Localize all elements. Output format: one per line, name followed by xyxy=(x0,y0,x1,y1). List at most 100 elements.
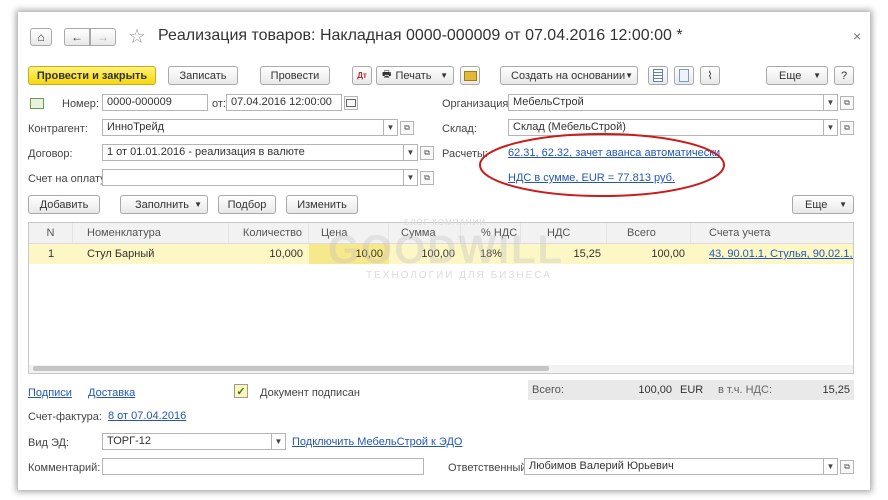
ed-type-dropdown[interactable]: ▼ xyxy=(272,433,286,450)
table-more-button[interactable]: Еще ▼ xyxy=(792,195,854,214)
open-icon: ⧉ xyxy=(404,123,410,132)
chevron-down-icon: ▼ xyxy=(386,123,395,132)
invoice-open-button[interactable]: ⧉ xyxy=(420,171,434,185)
column-header[interactable]: Номенклатура xyxy=(73,223,229,243)
create-based-label: Создать на основании xyxy=(511,69,626,82)
scrollbar-thumb[interactable] xyxy=(33,366,549,371)
chevron-down-icon: ▼ xyxy=(440,71,448,80)
counterparty-dropdown[interactable]: ▼ xyxy=(384,119,398,136)
help-button[interactable]: ? xyxy=(834,66,854,85)
add-button[interactable]: Добавить xyxy=(28,195,100,214)
ed-type-label: Вид ЭД: xyxy=(28,437,70,449)
report-icon xyxy=(653,69,663,82)
post-button[interactable]: Провести xyxy=(260,66,330,85)
signed-checkbox[interactable]: ✓ xyxy=(234,384,248,398)
debit-credit-icon: Дт xyxy=(357,71,367,80)
warehouse-open-button[interactable]: ⧉ xyxy=(840,121,854,135)
counterparty-label: Контрагент: xyxy=(28,123,88,135)
chevron-down-icon: ▼ xyxy=(839,200,847,209)
document-button[interactable] xyxy=(674,66,694,85)
forward-button[interactable]: → xyxy=(90,28,116,46)
arrow-right-icon: → xyxy=(97,30,109,44)
comment-field[interactable] xyxy=(102,458,424,475)
number-label: Номер: xyxy=(62,98,99,110)
invoice-doc-label: Счет-фактура: xyxy=(28,411,102,423)
doc-status-icon xyxy=(30,98,44,109)
back-button[interactable]: ← xyxy=(64,28,90,46)
date-label: от: xyxy=(212,98,226,110)
signed-label: Документ подписан xyxy=(260,387,360,399)
ed-type-field[interactable]: ТОРГ-12 xyxy=(102,433,272,450)
chevron-down-icon: ▼ xyxy=(826,123,835,132)
more-button[interactable]: Еще ▼ xyxy=(766,66,828,85)
save-button[interactable]: Записать xyxy=(168,66,238,85)
chevron-down-icon: ▼ xyxy=(826,462,835,471)
star-icon[interactable]: ☆ xyxy=(128,24,146,49)
mail-button[interactable] xyxy=(460,66,480,85)
responsible-field[interactable]: Любимов Валерий Юрьевич xyxy=(524,458,824,475)
responsible-open-button[interactable]: ⧉ xyxy=(840,460,854,474)
home-button[interactable]: ⌂ xyxy=(30,28,52,46)
envelope-icon xyxy=(463,70,477,81)
warehouse-label: Склад: xyxy=(442,123,477,135)
column-header[interactable]: Количество xyxy=(229,223,309,243)
number-field[interactable]: 0000-000009 xyxy=(102,94,208,111)
chevron-down-icon: ▼ xyxy=(625,71,634,80)
chevron-down-icon: ▼ xyxy=(406,148,415,157)
vat-incl-value: 15,25 xyxy=(822,384,850,396)
pick-button[interactable]: Подбор xyxy=(218,195,276,214)
chevron-down-icon: ▼ xyxy=(406,173,415,182)
totals-panel: Всего: 100,00 EUR в т.ч. НДС: 15,25 xyxy=(528,380,854,400)
contract-field[interactable]: 1 от 01.01.2016 - реализация в валюте xyxy=(102,144,404,161)
calendar-button[interactable] xyxy=(344,96,358,110)
open-icon: ⧉ xyxy=(424,173,430,182)
responsible-dropdown[interactable]: ▼ xyxy=(824,458,838,475)
calendar-icon xyxy=(346,99,356,107)
column-header[interactable]: Счета учета xyxy=(691,223,853,243)
contract-open-button[interactable]: ⧉ xyxy=(420,146,434,160)
counterparty-open-button[interactable]: ⧉ xyxy=(400,121,414,135)
cell-n: 1 xyxy=(47,248,55,260)
cell-total: 100,00 xyxy=(651,248,685,260)
watermark-logo: GOODWILL xyxy=(328,228,564,272)
paperclip-icon: ⌇ xyxy=(707,70,713,82)
counterparty-field[interactable]: ИнноТрейд xyxy=(102,119,384,136)
cell-nomenclature: Стул Барный xyxy=(87,248,155,260)
open-icon: ⧉ xyxy=(844,462,850,471)
fill-button[interactable]: Заполнить ▼ xyxy=(120,195,208,214)
organization-field[interactable]: МебельСтрой xyxy=(508,94,824,111)
watermark-top: БЛОГ КОМПАНИИ xyxy=(404,218,487,227)
horizontal-scrollbar[interactable] xyxy=(29,365,853,373)
warehouse-dropdown[interactable]: ▼ xyxy=(824,119,838,136)
dt-kt-button[interactable]: Дт xyxy=(352,66,372,85)
date-field[interactable]: 07.04.2016 12:00:00 xyxy=(226,94,342,111)
change-button[interactable]: Изменить xyxy=(286,195,358,214)
column-header[interactable]: N xyxy=(29,223,73,243)
invoice-field[interactable] xyxy=(102,169,404,186)
organization-dropdown[interactable]: ▼ xyxy=(824,94,838,111)
responsible-label: Ответственный: xyxy=(448,462,530,474)
column-header[interactable]: Всего xyxy=(607,223,691,243)
contract-label: Договор: xyxy=(28,148,73,160)
attach-button[interactable]: ⌇ xyxy=(700,66,720,85)
home-icon: ⌂ xyxy=(37,30,45,44)
edo-connect-link[interactable]: Подключить МебельСтрой к ЭДО xyxy=(292,436,462,448)
contract-dropdown[interactable]: ▼ xyxy=(404,144,418,161)
annotation-ellipse xyxy=(479,133,725,197)
report-button[interactable] xyxy=(648,66,668,85)
print-button[interactable]: 🖶 Печать ▼ xyxy=(376,66,454,85)
document-icon xyxy=(679,69,689,82)
cell-accounts[interactable]: 43, 90.01.1, Стулья, 90.02.1, 90.03 xyxy=(691,244,853,264)
invoice-label: Счет на оплату: xyxy=(28,173,109,185)
invoice-dropdown[interactable]: ▼ xyxy=(404,169,418,186)
create-based-button[interactable]: Создать на основании ▼ xyxy=(500,66,638,85)
post-and-close-button[interactable]: Провести и закрыть xyxy=(28,66,156,85)
organization-label: Организация: xyxy=(442,98,512,110)
signatures-link[interactable]: Подписи xyxy=(28,387,72,399)
total-value: 100,00 xyxy=(638,384,672,396)
invoice-doc-link[interactable]: 8 от 07.04.2016 xyxy=(108,410,186,422)
organization-open-button[interactable]: ⧉ xyxy=(840,96,854,110)
delivery-link[interactable]: Доставка xyxy=(88,387,135,399)
close-icon[interactable]: × xyxy=(853,28,861,44)
fill-label: Заполнить xyxy=(135,198,190,211)
